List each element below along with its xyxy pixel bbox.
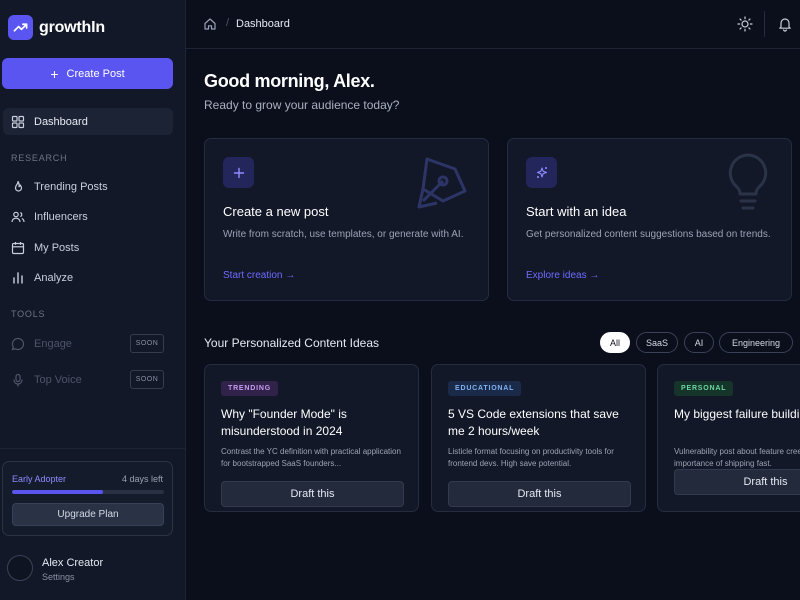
plus-icon [223,157,254,188]
sidebar-item-my-posts[interactable]: My Posts [3,234,173,261]
idea-title: My biggest failure building an MVP [674,407,800,421]
filter-chip-saas[interactable]: SaaS [636,332,678,353]
sidebar-item-analyze[interactable]: Analyze [3,264,173,291]
brand-name: growthIn [39,18,105,36]
arrow-right-icon: → [589,270,600,281]
sidebar-item-label: Influencers [34,210,88,223]
idea-description: Vulnerability post about feature creep. … [674,447,800,468]
filter-chip-all[interactable]: All [600,332,630,353]
draft-this-button[interactable]: Draft this [448,481,631,507]
bar-chart-icon [13,271,23,284]
create-post-card[interactable]: Create a new post Write from scratch, us… [204,138,489,301]
top-bar: / Dashboard [186,0,800,49]
card-title: Start with an idea [526,204,627,219]
sidebar-item-label: Analyze [34,271,74,284]
sidebar: growthIn + Create Post Dashboard RESEARC… [0,0,186,600]
sidebar-item-influencers[interactable]: Influencers [3,203,173,230]
lightbulb-icon [728,153,768,210]
plan-progress-bar [12,490,164,494]
grid-icon [11,115,25,128]
flame-icon [14,180,23,192]
sidebar-item-label: Trending Posts [34,180,108,193]
sparkles-icon [526,157,557,188]
plan-card: Early Adopter 4 days left Upgrade Plan [2,461,173,536]
category-badge: TRENDING [221,381,278,396]
user-name[interactable]: Alex Creator [42,557,103,569]
plan-title: Early Adopter [12,474,67,484]
idea-description: Contrast the YC definition with practica… [221,447,401,468]
explore-ideas-link[interactable]: Explore ideas → [526,270,599,281]
avatar[interactable] [7,555,33,581]
link-label: Explore ideas [526,270,587,281]
breadcrumb: Dashboard [236,18,290,30]
tools-section-label: TOOLS [11,309,46,319]
create-post-button[interactable]: + Create Post [2,58,173,89]
soon-badge: SOON [130,334,164,353]
arrow-right-icon: → [285,270,296,281]
card-description: Write from scratch, use templates, or ge… [223,229,464,240]
category-badge: PERSONAL [674,381,734,396]
idea-card: TRENDING Why "Founder Mode" is misunders… [204,364,419,512]
sidebar-divider [0,448,186,449]
sidebar-item-dashboard[interactable]: Dashboard [3,108,173,135]
sidebar-item-label: Engage [34,337,72,350]
idea-start-card[interactable]: Start with an idea Get personalized cont… [507,138,792,301]
start-creation-link[interactable]: Start creation → [223,270,295,281]
link-label: Start creation [223,270,283,281]
filter-chip-engineering[interactable]: Engineering [719,332,793,353]
plan-progress-fill [12,490,104,494]
user-settings-link[interactable]: Settings [42,572,75,582]
sun-icon[interactable] [737,16,753,32]
card-description: Get personalized content suggestions bas… [526,229,771,240]
draft-this-button[interactable]: Draft this [674,469,800,495]
sidebar-item-engage: Engage SOON [3,330,173,357]
card-title: Create a new post [223,204,329,219]
plus-icon: + [50,65,59,82]
ideas-section-title: Your Personalized Content Ideas [204,336,380,350]
soon-badge: SOON [130,370,164,389]
filter-chip-ai[interactable]: AI [684,332,714,353]
idea-card: EDUCATIONAL 5 VS Code extensions that sa… [431,364,646,512]
sidebar-item-label: Top Voice [34,373,82,386]
users-icon [11,211,25,222]
trend-up-icon [8,15,33,40]
idea-card: PERSONAL My biggest failure building an … [657,364,800,512]
sidebar-item-label: Dashboard [34,115,88,128]
sidebar-item-top-voice: Top Voice SOON [3,366,173,393]
sidebar-item-trending-posts[interactable]: Trending Posts [3,173,173,200]
pen-nib-icon [417,157,467,209]
idea-title: 5 VS Code extensions that save me 2 hour… [448,407,619,438]
idea-description: Listicle format focusing on productivity… [448,447,614,468]
calendar-icon [11,241,25,254]
bell-icon[interactable] [777,16,793,32]
plan-days-left: 4 days left [121,474,163,484]
create-post-label: Create Post [66,67,125,80]
microphone-icon [13,373,23,387]
page-subtitle: Ready to grow your audience today? [204,98,400,112]
upgrade-plan-button[interactable]: Upgrade Plan [12,503,164,526]
category-badge: EDUCATIONAL [448,381,522,396]
sidebar-item-label: My Posts [34,241,80,254]
header-divider [764,11,765,37]
chat-bubble-icon [11,337,25,350]
research-section-label: RESEARCH [11,153,68,163]
breadcrumb-separator: / [226,17,230,29]
draft-this-button[interactable]: Draft this [221,481,404,507]
idea-title: Why "Founder Mode" is misunderstood in 2… [221,407,347,438]
page-title: Good morning, Alex. [204,71,375,91]
home-icon[interactable] [203,17,217,31]
brand[interactable]: growthIn [8,15,105,40]
